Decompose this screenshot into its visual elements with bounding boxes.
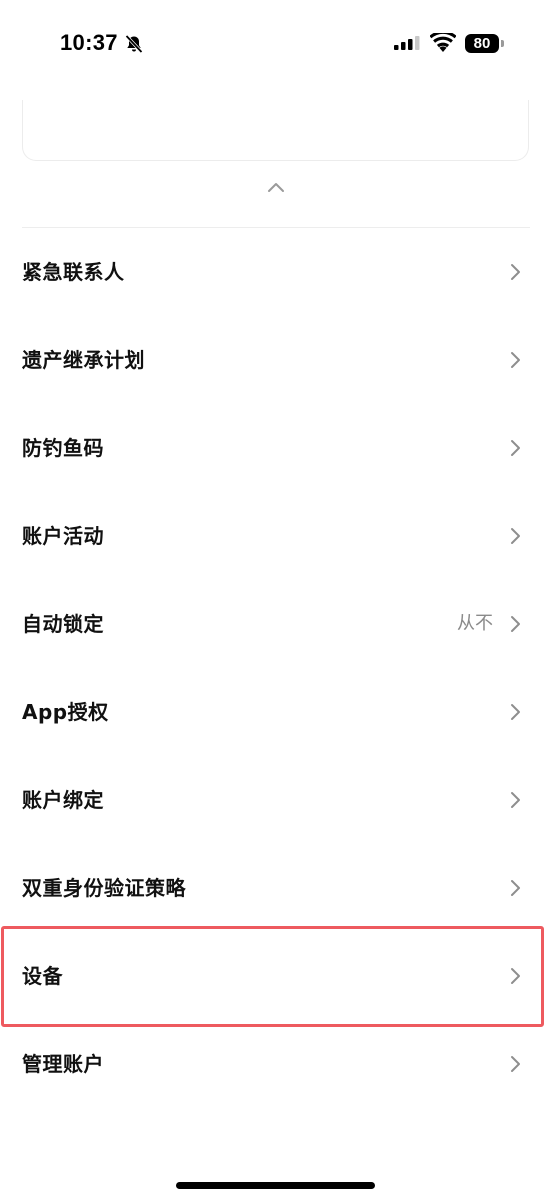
menu-item-manage-accounts[interactable]: 管理账户: [0, 1020, 551, 1108]
menu-item-label: 账户绑定: [22, 788, 104, 812]
menu-item-label: 账户活动: [22, 524, 104, 548]
menu-item-2fa-policy[interactable]: 双重身份验证策略: [0, 844, 551, 932]
menu-item-label: App授权: [22, 700, 109, 724]
menu-item-account-activity[interactable]: 账户活动: [0, 492, 551, 580]
menu-item-account-binding[interactable]: 账户绑定: [0, 756, 551, 844]
status-time: 10:37: [60, 30, 118, 55]
menu-item-inheritance-plan[interactable]: 遗产继承计划: [0, 316, 551, 404]
chevron-right-icon: [511, 616, 520, 632]
signal-icon: [394, 36, 420, 50]
collapsed-card: [22, 100, 529, 161]
menu-item-label: 遗产继承计划: [22, 348, 145, 372]
chevron-right-icon: [511, 440, 520, 456]
menu-item-anti-phishing-code[interactable]: 防钓鱼码: [0, 404, 551, 492]
chevron-right-icon: [511, 704, 520, 720]
menu-item-devices[interactable]: 设备: [0, 932, 551, 1020]
battery-icon: 80: [465, 34, 505, 53]
chevron-right-icon: [511, 1056, 520, 1072]
menu-item-emergency-contacts[interactable]: 紧急联系人: [0, 228, 551, 316]
bell-slash-icon: [125, 34, 143, 54]
chevron-up-icon: [268, 183, 284, 192]
collapse-button[interactable]: [262, 176, 290, 198]
menu-item-label: 管理账户: [22, 1052, 104, 1076]
chevron-right-icon: [511, 880, 520, 896]
settings-menu-list: 紧急联系人 遗产继承计划 防钓鱼码 账户活动 自动锁定 从不 App授权 账户绑…: [0, 228, 551, 1108]
chevron-right-icon: [511, 792, 520, 808]
auto-lock-value: 从不: [457, 613, 493, 634]
menu-item-label: 自动锁定: [22, 612, 104, 636]
menu-item-label: 双重身份验证策略: [22, 876, 186, 900]
chevron-right-icon: [511, 528, 520, 544]
chevron-right-icon: [511, 264, 520, 280]
battery-level: 80: [465, 34, 499, 53]
chevron-right-icon: [511, 968, 520, 984]
menu-item-auto-lock[interactable]: 自动锁定 从不: [0, 580, 551, 668]
menu-item-label: 设备: [22, 964, 63, 988]
battery-tip: [501, 40, 504, 47]
chevron-right-icon: [511, 352, 520, 368]
wifi-icon: [430, 33, 456, 52]
menu-item-label: 防钓鱼码: [22, 436, 104, 460]
home-indicator: [176, 1182, 375, 1189]
menu-item-label: 紧急联系人: [22, 260, 125, 284]
menu-item-app-authorization[interactable]: App授权: [0, 668, 551, 756]
status-bar: 10:37 80: [0, 0, 551, 90]
